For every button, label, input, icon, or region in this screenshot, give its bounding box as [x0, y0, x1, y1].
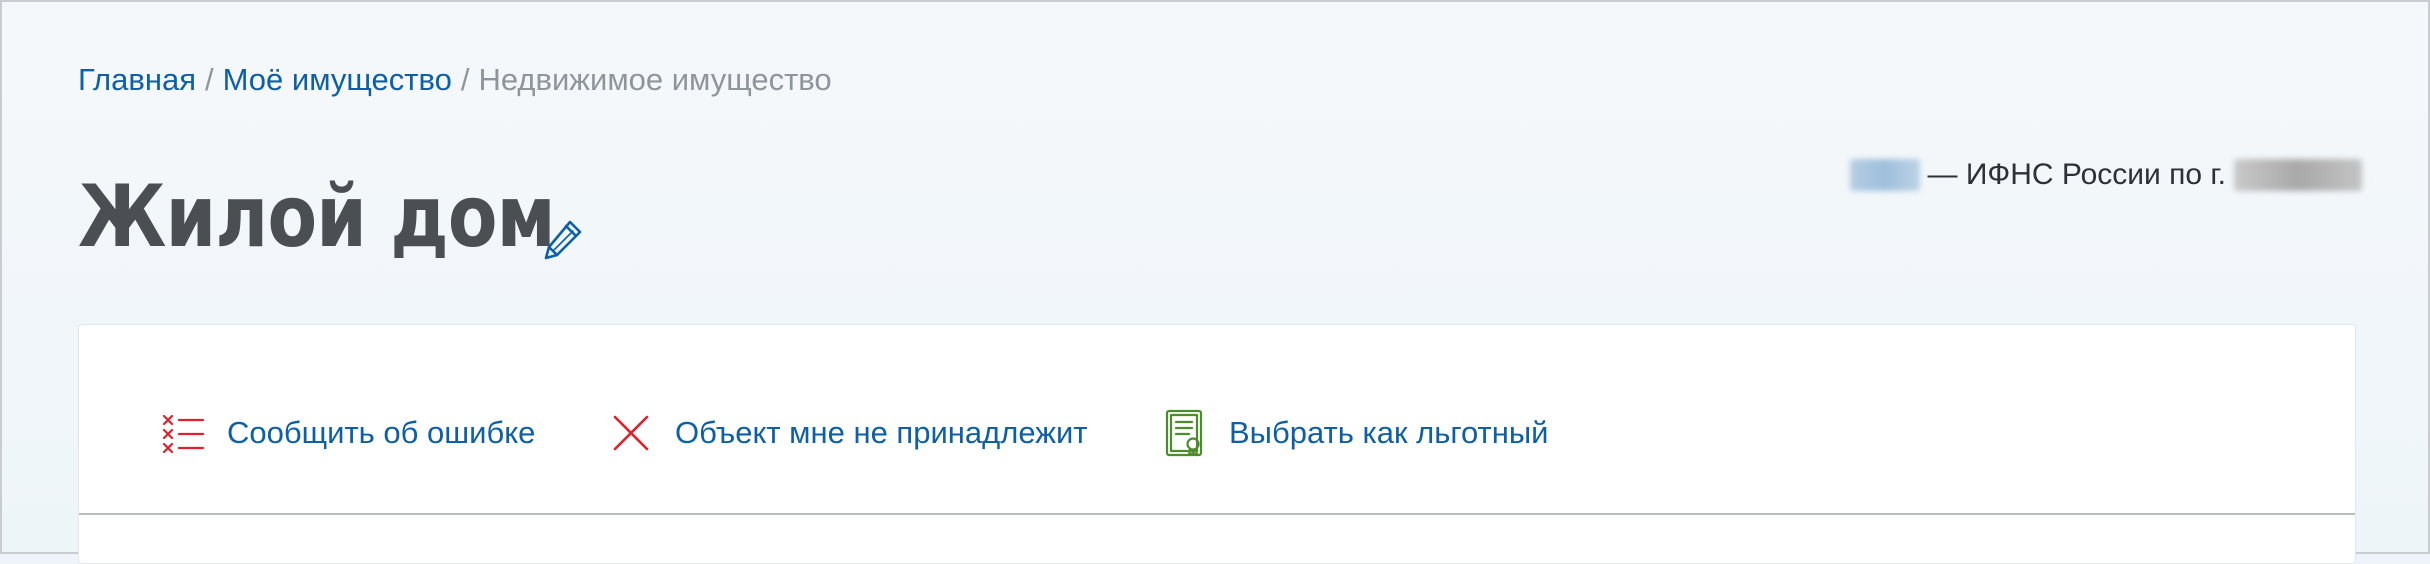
title-row: Жилой дом	[78, 162, 646, 272]
breadcrumb-separator: /	[205, 62, 214, 97]
report-error-label: Сообщить об ошибке	[227, 415, 536, 450]
breadcrumb: Главная / Моё имущество / Недвижимое имущест…	[78, 60, 832, 100]
error-list-icon	[161, 409, 205, 457]
tax-inspection-label: — ИФНС России по г.	[1927, 158, 2226, 191]
breadcrumb-separator: /	[460, 62, 470, 97]
breadcrumb-home-link[interactable]: Главная	[78, 62, 196, 97]
close-icon	[609, 409, 653, 457]
breadcrumb-property-link[interactable]: Моё имущество	[223, 62, 452, 97]
not-my-object-button[interactable]: Объект мне не принадлежит	[609, 409, 1087, 457]
redacted-code	[1849, 159, 1920, 191]
actions-bar: Сообщить об ошибке Объект мне не принадл…	[79, 325, 2355, 515]
choose-benefit-label: Выбрать как льготный	[1229, 415, 1549, 450]
page-title: Жилой дом	[78, 167, 556, 267]
redacted-city	[2234, 159, 2362, 191]
breadcrumb-current: Недвижимое имущество	[478, 62, 832, 97]
choose-benefit-button[interactable]: Выбрать как льготный	[1163, 409, 1548, 457]
pencil-icon	[544, 220, 582, 260]
certificate-icon	[1163, 409, 1207, 457]
tax-inspection-info: — ИФНС России по г.	[1849, 158, 2362, 192]
not-my-object-label: Объект мне не принадлежит	[675, 415, 1088, 450]
page-frame: Главная / Моё имущество / Недвижимое имущест…	[0, 0, 2430, 564]
object-card: Сообщить об ошибке Объект мне не принадл…	[78, 324, 2356, 564]
edit-title-button[interactable]	[540, 214, 588, 262]
report-error-button[interactable]: Сообщить об ошибке	[161, 409, 535, 457]
